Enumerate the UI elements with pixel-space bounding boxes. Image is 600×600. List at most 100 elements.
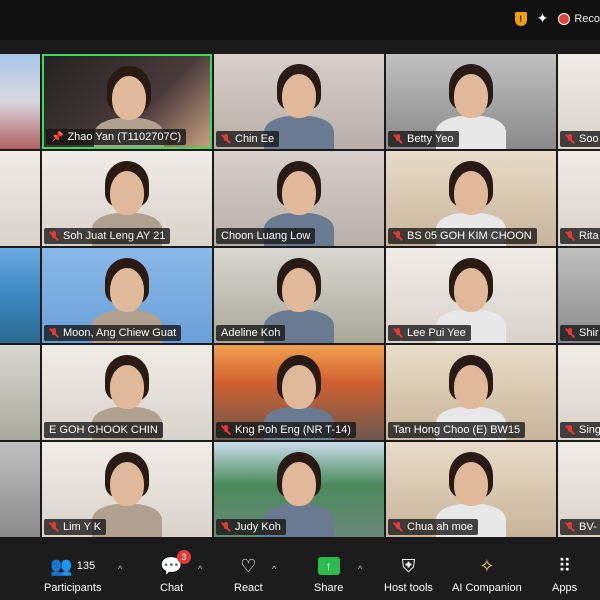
shield-icon: ⛨ — [401, 555, 416, 576]
top-icons: ! ✦ Reco — [514, 10, 600, 27]
participants-icon: 👥 — [50, 555, 73, 576]
participant-face — [110, 462, 144, 506]
participant-tile[interactable]: Tan Hong Choo (E) BW15 — [386, 345, 556, 440]
muted-mic-icon — [221, 425, 231, 435]
participant-nameplate: Judy Koh — [216, 519, 286, 535]
participant-tile[interactable]: Soh Juat Leng AY 21 — [42, 151, 212, 246]
participant-tile[interactable] — [0, 248, 40, 343]
participant-name: Chin Ee — [235, 133, 275, 145]
top-bar: ! ✦ Reco — [0, 0, 600, 40]
participant-name: Chua ah moe — [407, 521, 474, 533]
muted-mic-icon — [221, 134, 231, 144]
pin-icon: 📌 — [51, 131, 64, 143]
participants-button[interactable]: 👥 135 Participants — [44, 554, 102, 595]
participant-tile[interactable]: BV- — [558, 442, 600, 537]
host-tools-label: Host tools — [384, 582, 433, 594]
participant-nameplate: BS 05 GOH KIM CHOON — [388, 228, 537, 244]
security-shield-icon[interactable]: ! — [514, 11, 527, 26]
participant-tile[interactable]: Shir — [558, 248, 600, 343]
participant-name: Choon Luang Low — [221, 230, 311, 242]
participant-face — [454, 171, 488, 215]
cloud-record-icon — [558, 12, 571, 25]
muted-mic-icon — [49, 231, 59, 241]
apps-button[interactable]: ⠿ Apps — [552, 554, 578, 595]
participant-nameplate: Lee Pui Yee — [388, 325, 471, 341]
share-chevron-up-icon[interactable]: ^ — [358, 564, 362, 574]
participant-tile[interactable]: Sing — [558, 345, 600, 440]
participant-name: Shir — [579, 327, 599, 339]
ai-companion-label: AI Companion — [452, 582, 522, 594]
participant-tile[interactable]: Lim Y K — [42, 442, 212, 537]
participant-face — [110, 365, 144, 409]
participant-tile[interactable]: Rita — [558, 151, 600, 246]
record-indicator[interactable]: Reco — [558, 12, 600, 25]
participant-tile[interactable]: Betty Yeo — [386, 54, 556, 149]
participants-label: Participants — [44, 582, 102, 594]
chat-button[interactable]: 💬 3 Chat — [160, 550, 191, 594]
muted-mic-icon — [393, 231, 403, 241]
participant-tile[interactable]: Moon, Ang Chiew Guat — [42, 248, 212, 343]
muted-mic-icon — [565, 522, 575, 532]
muted-mic-icon — [565, 425, 575, 435]
apps-label: Apps — [552, 582, 578, 594]
participant-face — [282, 462, 316, 506]
participant-tile[interactable]: E GOH CHOOK CHIN — [42, 345, 212, 440]
participant-tile[interactable]: Choon Luang Low — [214, 151, 384, 246]
participant-nameplate: Lim Y K — [44, 519, 107, 535]
participant-nameplate: Tan Hong Choo (E) BW15 — [388, 422, 526, 438]
muted-mic-icon — [565, 134, 575, 144]
meeting-toolbar: 👥 135 Participants ^ 💬 3 Chat ^ ♡ React ^ … — [0, 548, 600, 600]
participant-name: Soo — [579, 133, 599, 145]
react-button[interactable]: ♡ React — [234, 554, 263, 595]
participant-nameplate: Choon Luang Low — [216, 228, 316, 244]
participant-name: Moon, Ang Chiew Guat — [63, 327, 177, 339]
participant-face — [112, 76, 146, 120]
share-button[interactable]: ↑ Share — [314, 554, 343, 594]
muted-mic-icon — [565, 328, 575, 338]
participant-nameplate: Adeline Koh — [216, 325, 286, 341]
react-chevron-up-icon[interactable]: ^ — [272, 564, 276, 574]
participant-tile[interactable]: Chua ah moe — [386, 442, 556, 537]
participant-name: Lee Pui Yee — [407, 327, 466, 339]
muted-mic-icon — [393, 328, 403, 338]
apps-icon: ⠿ — [557, 555, 572, 576]
participant-tile[interactable]: Chin Ee — [214, 54, 384, 149]
participant-name: Soh Juat Leng AY 21 — [63, 230, 166, 242]
ai-sparkle-icon[interactable]: ✦ — [537, 10, 549, 27]
participant-nameplate: BV- — [560, 519, 600, 535]
participant-tile[interactable]: Judy Koh — [214, 442, 384, 537]
participant-nameplate: 📌 Zhao Yan (T1102707C) — [46, 129, 187, 145]
participant-face — [282, 268, 316, 312]
participant-tile[interactable]: Soo — [558, 54, 600, 149]
participant-tile[interactable] — [0, 442, 40, 537]
host-tools-button[interactable]: ⛨ Host tools — [384, 554, 433, 595]
participant-nameplate: Betty Yeo — [388, 131, 459, 147]
muted-mic-icon — [565, 231, 575, 241]
participant-face — [454, 462, 488, 506]
participant-face — [110, 268, 144, 312]
participant-face — [110, 171, 144, 215]
participants-chevron-up-icon[interactable]: ^ — [118, 564, 122, 574]
participant-tile[interactable]: 📌 Zhao Yan (T1102707C) — [42, 54, 212, 149]
participant-nameplate: Sing — [560, 422, 600, 438]
participant-name: Zhao Yan (T1102707C) — [67, 131, 182, 143]
participant-name: E GOH CHOOK CHIN — [49, 424, 158, 436]
participant-tile[interactable]: Kng Poh Eng (NR T-14) — [214, 345, 384, 440]
participant-tile[interactable] — [0, 54, 40, 149]
participant-tile[interactable]: Adeline Koh — [214, 248, 384, 343]
muted-mic-icon — [393, 134, 403, 144]
video-grid: 📌 Zhao Yan (T1102707C) Chin Ee Betty Yeo Soo… — [0, 54, 600, 539]
participant-tile[interactable] — [0, 345, 40, 440]
share-label: Share — [314, 582, 344, 594]
ai-companion-button[interactable]: ✧ AI Companion — [452, 554, 522, 595]
participant-nameplate: Kng Poh Eng (NR T-14) — [216, 422, 356, 438]
participant-nameplate: Shir — [560, 325, 600, 341]
participant-tile[interactable]: BS 05 GOH KIM CHOON — [386, 151, 556, 246]
chat-label: Chat — [160, 582, 184, 594]
chat-chevron-up-icon[interactable]: ^ — [198, 564, 202, 574]
participant-tile[interactable] — [0, 151, 40, 246]
participant-name: Adeline Koh — [221, 327, 281, 339]
participant-tile[interactable]: Lee Pui Yee — [386, 248, 556, 343]
participant-name: Judy Koh — [235, 521, 281, 533]
heart-icon: ♡ — [240, 555, 257, 576]
